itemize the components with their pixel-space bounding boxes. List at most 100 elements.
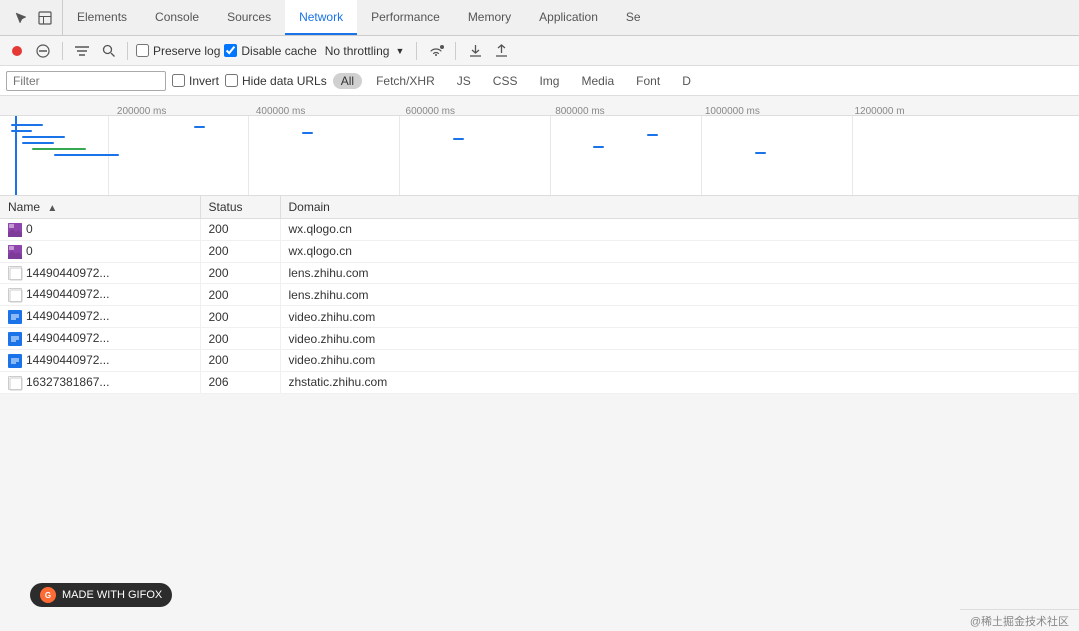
status-cell: 200 [200,262,280,284]
timeline-bar-8 [302,132,313,134]
domain-cell: wx.qlogo.cn [280,219,1079,241]
table-row[interactable]: 0200wx.qlogo.cn [0,219,1079,241]
preserve-log-checkbox[interactable] [136,44,149,57]
name-cell: 16327381867... [0,371,200,393]
timeline-bar-5 [32,148,86,150]
tab-application[interactable]: Application [525,0,612,35]
preserve-log-text: Preserve log [153,44,220,58]
domain-cell: zhstatic.zhihu.com [280,371,1079,393]
status-bar: @稀土掘金技术社区 [960,609,1079,631]
filter-type-d[interactable]: D [674,73,699,89]
ruler-mark-6: 1200000 m [855,106,905,117]
empty-file-icon [8,266,22,280]
search-button[interactable] [97,40,119,62]
img-file-icon [8,245,22,259]
disable-cache-label[interactable]: Disable cache [224,44,316,58]
disable-cache-text: Disable cache [241,44,316,58]
table-row[interactable]: 14490440972...200video.zhihu.com [0,306,1079,328]
invert-checkbox[interactable] [172,74,185,87]
domain-cell: lens.zhihu.com [280,284,1079,306]
timeline-cursor [15,116,17,195]
filter-bar: Invert Hide data URLs All Fetch/XHR JS C… [0,66,1079,96]
table-row[interactable]: 0 200wx.qlogo.cn [0,240,1079,262]
filter-type-fetch-xhr[interactable]: Fetch/XHR [368,73,443,89]
filter-type-media[interactable]: Media [573,73,622,89]
table-row[interactable]: 14490440972...200video.zhihu.com [0,349,1079,371]
clear-button[interactable] [32,40,54,62]
tab-network[interactable]: Network [285,0,357,35]
row-name: 14490440972... [26,331,109,345]
col-status-header[interactable]: Status [200,196,280,219]
timeline-bar-7 [194,126,205,128]
gifox-badge: G MADE WITH GIFOX [30,583,172,607]
timeline-bar-6 [54,154,119,156]
status-cell: 200 [200,349,280,371]
table-row[interactable]: 14490440972... 200video.zhihu.com [0,328,1079,350]
timeline-bar-12 [755,152,766,154]
timeline-bar-10 [593,146,604,148]
cursor-icon[interactable] [12,9,30,27]
domain-cell: video.zhihu.com [280,328,1079,350]
tab-memory[interactable]: Memory [454,0,525,35]
status-cell: 200 [200,284,280,306]
tab-console[interactable]: Console [141,0,213,35]
row-name: 16327381867... [26,375,109,389]
filter-type-img[interactable]: Img [531,73,567,89]
row-name: 0 [26,244,33,258]
ruler-mark-5: 1000000 ms [705,106,760,117]
table-row[interactable]: 14490440972...200lens.zhihu.com [0,284,1079,306]
invert-label[interactable]: Invert [172,74,219,88]
filter-toggle-button[interactable] [71,40,93,62]
timeline-bar-4 [22,142,54,144]
domain-cell: wx.qlogo.cn [280,240,1079,262]
filter-input[interactable] [6,71,166,91]
tab-elements[interactable]: Elements [63,0,141,35]
filter-type-all[interactable]: All [333,73,362,89]
name-cell: 0 [0,219,200,241]
col-domain-header[interactable]: Domain [280,196,1079,219]
doc-file-icon [8,332,22,346]
hide-data-urls-label[interactable]: Hide data URLs [225,74,327,88]
timeline-bar-9 [453,138,464,140]
gifox-icon: G [40,587,56,603]
toolbar-divider-2 [127,42,128,60]
table-row[interactable]: 16327381867...206zhstatic.zhihu.com [0,371,1079,393]
name-cell: 14490440972... [0,306,200,328]
throttle-selector[interactable]: No throttling ▼ [321,42,409,60]
tab-sources[interactable]: Sources [213,0,285,35]
filter-type-font[interactable]: Font [628,73,668,89]
hide-data-urls-checkbox[interactable] [225,74,238,87]
wifi-settings-button[interactable] [425,40,447,62]
filter-type-js[interactable]: JS [449,73,479,89]
name-cell: 14490440972... [0,284,200,306]
tab-more[interactable]: Se [612,0,655,35]
network-table-container: Name ▲ Status Domain 0200wx.qlogo.cn0200… [0,196,1079,631]
status-cell: 200 [200,240,280,262]
ruler-mark-3: 600000 ms [406,106,455,117]
timeline-ruler: 200000 ms 400000 ms 600000 ms 800000 ms … [0,96,1079,116]
name-cell: 14490440972... [0,349,200,371]
record-button[interactable] [6,40,28,62]
domain-cell: lens.zhihu.com [280,262,1079,284]
network-table-body: 0200wx.qlogo.cn0200wx.qlogo.cn1449044097… [0,219,1079,394]
domain-cell: video.zhihu.com [280,306,1079,328]
export-button[interactable] [490,40,512,62]
layout-icon[interactable] [36,9,54,27]
row-name: 14490440972... [26,266,109,280]
table-row[interactable]: 14490440972... 200lens.zhihu.com [0,262,1079,284]
import-button[interactable] [464,40,486,62]
filter-type-css[interactable]: CSS [485,73,526,89]
name-cell: 0 [0,240,200,262]
preserve-log-label[interactable]: Preserve log [136,44,220,58]
timeline-bar-1 [11,124,43,126]
disable-cache-checkbox[interactable] [224,44,237,57]
tab-performance[interactable]: Performance [357,0,454,35]
grid-line-5 [701,116,702,195]
ruler-mark-2: 400000 ms [256,106,305,117]
timeline-chart[interactable] [0,116,1079,196]
gifox-label: MADE WITH GIFOX [62,589,162,601]
col-name-header[interactable]: Name ▲ [0,196,200,219]
empty-file-icon [8,288,22,302]
grid-line-3 [399,116,400,195]
status-cell: 200 [200,328,280,350]
